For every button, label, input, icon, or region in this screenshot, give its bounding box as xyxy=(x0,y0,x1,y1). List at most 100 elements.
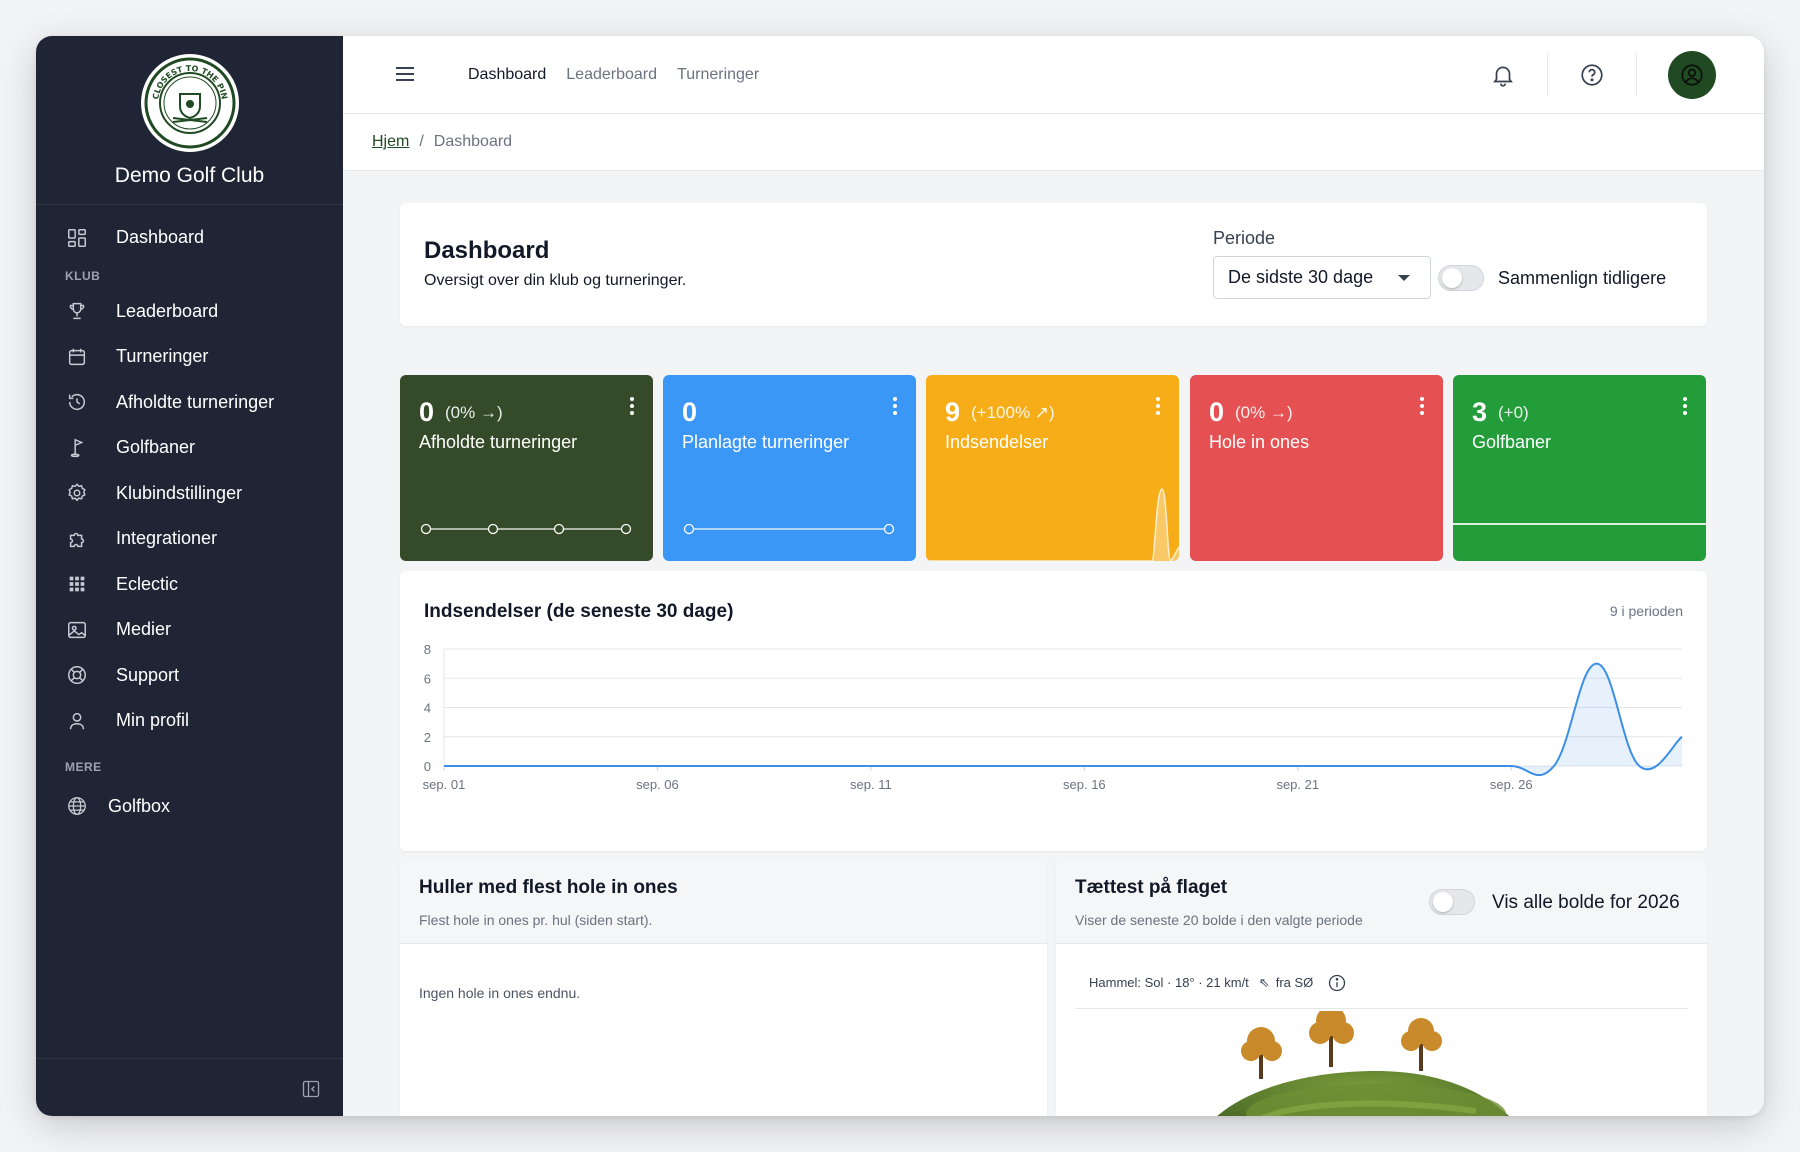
stat-tile-golfbaner[interactable]: 3 (+0) Golfbaner xyxy=(1453,375,1706,561)
bell-icon[interactable] xyxy=(1490,62,1516,88)
stat-change: (0% →) xyxy=(1235,403,1293,422)
sidebar-item-support[interactable]: Support xyxy=(36,653,343,699)
x-tick-label: sep. 11 xyxy=(850,777,892,792)
stat-change: (+0) xyxy=(1498,403,1529,422)
periode-value: De sidste 30 dage xyxy=(1228,267,1374,287)
top-nav: Dashboard Leaderboard Turneringer xyxy=(468,36,759,114)
tree xyxy=(1401,1018,1442,1071)
more-vertical-icon[interactable] xyxy=(629,397,635,417)
puzzle-icon xyxy=(66,528,88,550)
sidebar-nav: Dashboard KLUB Leaderboard Turneringer A… xyxy=(36,205,343,829)
more-vertical-icon[interactable] xyxy=(1419,397,1425,417)
stat-value: 0 xyxy=(682,397,698,427)
stat-tiles: 0 (0% →) Afholdte turneringer 0 Planlagt… xyxy=(400,375,1707,562)
stat-label: Afholdte turneringer xyxy=(419,432,578,452)
sidebar-item-label: Afholdte turneringer xyxy=(116,391,275,412)
x-tick-label: sep. 26 xyxy=(1490,777,1533,792)
series-line xyxy=(444,662,1683,777)
gear-icon xyxy=(66,482,88,504)
x-tick-label: sep. 06 xyxy=(636,777,679,792)
sidebar-item-golfbox[interactable]: Golfbox xyxy=(36,784,343,830)
holes-card: Huller med flest hole in ones Flest hole… xyxy=(400,861,1047,1116)
stat-tile-planlagte-turneringer[interactable]: 0 Planlagte turneringer xyxy=(663,375,916,561)
golf-green-illustration xyxy=(1217,1011,1509,1116)
stat-value: 3 xyxy=(1472,397,1488,427)
sparkline xyxy=(420,523,632,535)
golf-flag-icon xyxy=(66,437,88,459)
periode-select[interactable]: De sidste 30 dage xyxy=(1213,256,1431,299)
avatar[interactable] xyxy=(1668,51,1716,99)
stat-tile-indsendelser[interactable]: 9 (+100% ↗) Indsendelser xyxy=(926,375,1179,561)
show-all-balls-toggle[interactable] xyxy=(1429,889,1475,915)
sidebar-item-label: Turneringer xyxy=(116,346,209,367)
more-vertical-icon[interactable] xyxy=(1682,397,1688,417)
sidebar-item-afholdte-turneringer[interactable]: Afholdte turneringer xyxy=(36,380,343,426)
y-tick-label: 4 xyxy=(424,701,431,716)
y-tick-label: 0 xyxy=(424,759,431,774)
stat-tile-afholdte-turneringer[interactable]: 0 (0% →) Afholdte turneringer xyxy=(400,375,653,561)
periode-label: Periode xyxy=(1213,228,1276,248)
top-link-turneringer[interactable]: Turneringer xyxy=(677,66,759,84)
sidebar-item-label: Min profil xyxy=(116,710,190,731)
sidebar-item-label: Medier xyxy=(116,619,172,640)
collapse-sidebar-icon[interactable] xyxy=(301,1079,321,1099)
top-link-leaderboard[interactable]: Leaderboard xyxy=(566,66,657,84)
info-icon[interactable] xyxy=(1327,973,1347,993)
y-tick-label: 2 xyxy=(424,730,431,745)
tree xyxy=(1309,1011,1354,1067)
calendar-icon xyxy=(66,346,88,368)
sidebar-item-leaderboard[interactable]: Leaderboard xyxy=(36,289,343,335)
sidebar-item-medier[interactable]: Medier xyxy=(36,607,343,653)
club-logo[interactable]: CLOSEST TO THE PIN xyxy=(140,54,239,152)
trophy-icon xyxy=(66,300,88,322)
stat-value: 0 xyxy=(1209,397,1225,427)
more-vertical-icon[interactable] xyxy=(892,397,898,417)
weather-bar: Hammel: Sol · 18° · 21 km/t ⇖ fra SØ xyxy=(1075,973,1688,1009)
chevron-down-icon xyxy=(1398,275,1410,281)
main-content: Dashboard Oversigt over din klub og turn… xyxy=(343,171,1764,1116)
menu-icon[interactable] xyxy=(393,62,417,86)
stat-value: 0 xyxy=(419,397,435,427)
dashboard-header-card: Dashboard Oversigt over din klub og turn… xyxy=(400,203,1707,326)
sidebar: CLOSEST TO THE PIN Demo Golf Club Dashbo… xyxy=(36,36,343,1116)
section-label-mere: MERE xyxy=(65,759,102,774)
wind-arrow-icon: ⇖ xyxy=(1258,975,1270,990)
toggle-knob xyxy=(1433,892,1453,912)
sidebar-item-label: Integrationer xyxy=(116,528,218,549)
sidebar-item-eclectic[interactable]: Eclectic xyxy=(36,562,343,608)
closest-to-flag-card: Tættest på flaget Viser de seneste 20 bo… xyxy=(1056,861,1707,1116)
sidebar-item-turneringer[interactable]: Turneringer xyxy=(36,334,343,380)
stat-label: Planlagte turneringer xyxy=(682,432,850,452)
image-icon xyxy=(66,619,88,641)
club-name: Demo Golf Club xyxy=(114,164,265,187)
series-area xyxy=(444,663,1682,776)
y-tick-label: 6 xyxy=(424,671,431,686)
sidebar-item-integrationer[interactable]: Integrationer xyxy=(36,516,343,562)
weather-text: Hammel: Sol · 18° · 21 km/t xyxy=(1089,975,1249,990)
stat-change: (0% →) xyxy=(445,403,503,422)
sidebar-item-klubindstillinger[interactable]: Klubindstillinger xyxy=(36,471,343,517)
divider xyxy=(1636,53,1637,97)
holes-empty-message: Ingen hole in ones endnu. xyxy=(419,985,581,1001)
sidebar-item-label: Support xyxy=(116,664,180,685)
breadcrumb-separator: / xyxy=(419,133,424,150)
top-link-dashboard[interactable]: Dashboard xyxy=(468,66,546,84)
sidebar-item-dashboard[interactable]: Dashboard xyxy=(36,215,343,261)
compare-label: Sammenlign tidligere xyxy=(1498,268,1667,288)
compare-toggle[interactable] xyxy=(1438,265,1484,291)
stat-label: Hole in ones xyxy=(1209,432,1310,452)
breadcrumb-home-link[interactable]: Hjem xyxy=(372,133,409,151)
indsendelser-chart: 0 2 4 6 8 sep. 01 sep. 06 sep. 11 sep. 16 sep. 21… xyxy=(423,642,1683,792)
flag-title: Tættest på flaget xyxy=(1075,877,1228,898)
history-icon xyxy=(66,391,88,413)
more-vertical-icon[interactable] xyxy=(1155,397,1161,417)
stat-tile-hole-in-ones[interactable]: 0 (0% →) Hole in ones xyxy=(1190,375,1443,561)
sidebar-item-min-profil[interactable]: Min profil xyxy=(36,698,343,744)
y-tick-label: 8 xyxy=(424,642,431,657)
app-window: CLOSEST TO THE PIN Demo Golf Club Dashbo… xyxy=(36,36,1764,1116)
indsendelser-chart-card: Indsendelser (de seneste 30 dage) 9 i pe… xyxy=(400,571,1707,851)
help-icon[interactable] xyxy=(1579,62,1605,88)
sidebar-item-label: Klubindstillinger xyxy=(116,482,243,503)
sidebar-item-golfbaner[interactable]: Golfbaner xyxy=(36,425,343,471)
page-title: Dashboard xyxy=(424,237,550,264)
